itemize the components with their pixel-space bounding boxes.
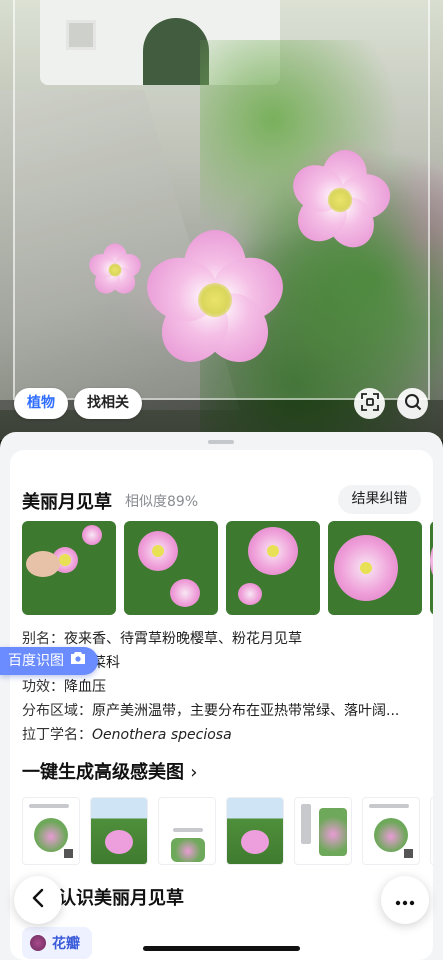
more-button[interactable]	[381, 876, 429, 924]
result-sheet: 美丽月见草 相似度89% 结果纠错 别名：夜来香、待霄草粉晚樱草、粉花月见草 功…	[0, 432, 443, 960]
reference-image[interactable]	[226, 521, 320, 615]
poster-template[interactable]	[226, 797, 284, 865]
scan-icon	[360, 392, 379, 415]
similarity-score: 相似度89%	[125, 494, 199, 510]
more-icon	[395, 891, 415, 910]
camera-icon	[70, 647, 86, 675]
tag-petal[interactable]: 花瓣	[22, 927, 92, 959]
back-button[interactable]	[14, 876, 62, 924]
reference-image[interactable]	[22, 521, 116, 615]
poster-template[interactable]	[294, 797, 352, 865]
poster-template[interactable]	[90, 797, 148, 865]
back-icon	[31, 888, 45, 912]
sheet-drag-handle[interactable]	[208, 440, 234, 444]
poster-template[interactable]	[430, 797, 433, 865]
info-row-alias: 别名：夜来香、待霄草粉晚樱草、粉花月见草	[22, 631, 302, 647]
generate-section-title[interactable]: 一键生成高级感美图 ›	[22, 758, 197, 784]
reference-image[interactable]	[124, 521, 218, 615]
plant-name: 美丽月见草	[22, 492, 112, 513]
baidu-image-badge[interactable]: 百度识图	[0, 647, 98, 675]
poster-template[interactable]	[22, 797, 80, 865]
poster-template[interactable]	[158, 797, 216, 865]
chevron-right-icon: ›	[190, 762, 198, 783]
chip-find-related[interactable]: 找相关	[74, 388, 142, 419]
result-card: 美丽月见草 相似度89% 结果纠错 别名：夜来香、待霄草粉晚樱草、粉花月见草 功…	[10, 450, 433, 960]
reference-image[interactable]	[430, 521, 433, 615]
home-indicator[interactable]	[143, 946, 300, 951]
poster-template[interactable]	[362, 797, 420, 865]
scan-button[interactable]	[354, 388, 385, 419]
search-icon	[404, 393, 422, 415]
search-button[interactable]	[397, 388, 428, 419]
petal-icon	[30, 935, 46, 951]
crop-frame[interactable]	[13, 0, 430, 400]
info-row-distribution: 分布区域：原产美洲温带，主要分布在亚热带常绿、落叶阔...	[22, 703, 400, 719]
info-row-latin-name: 拉丁学名：Oenothera speciosa	[22, 727, 232, 743]
reference-images	[22, 521, 433, 615]
plant-photo	[0, 0, 443, 440]
correct-result-button[interactable]: 结果纠错	[338, 485, 421, 514]
reference-image[interactable]	[328, 521, 422, 615]
poster-templates	[22, 797, 433, 865]
info-row-effect: 功效：降血压	[22, 679, 106, 695]
chip-plant[interactable]: 植物	[14, 388, 68, 419]
